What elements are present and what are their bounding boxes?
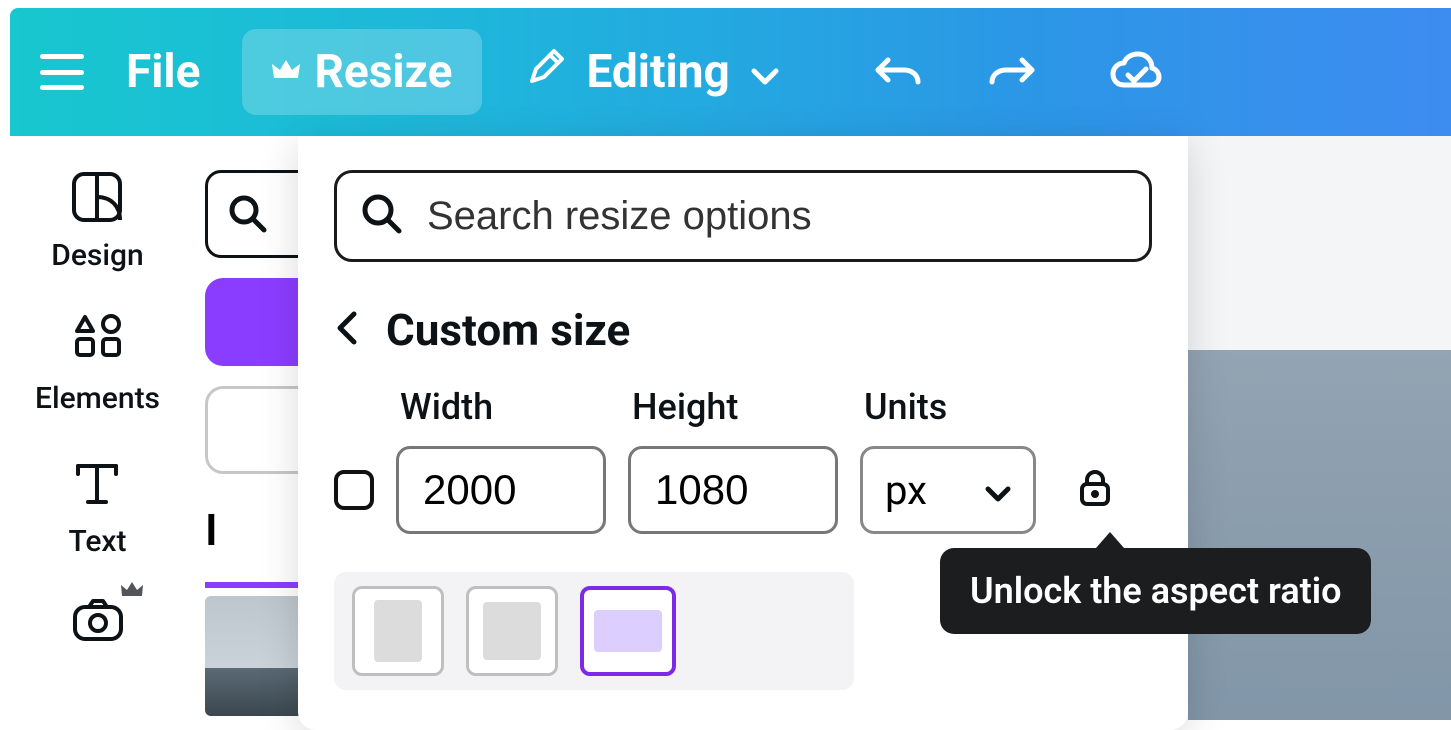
chevron-down-icon: [985, 467, 1011, 514]
tooltip: Unlock the aspect ratio: [940, 548, 1371, 634]
resize-search-field[interactable]: [334, 170, 1152, 262]
height-label: Height: [632, 386, 864, 428]
resize-label: Resize: [314, 45, 452, 99]
sidebar-item-photos[interactable]: [71, 599, 125, 653]
sidebar-item-label: Text: [68, 524, 126, 559]
orientation-presets: [334, 572, 854, 690]
units-value: px: [885, 467, 927, 514]
left-sidebar: Design Elements Text: [10, 170, 185, 653]
file-menu[interactable]: File: [108, 35, 218, 109]
orientation-square[interactable]: [466, 586, 558, 676]
resize-dropdown-panel: Custom size Width Height Units px: [298, 136, 1188, 730]
sidebar-item-elements[interactable]: Elements: [35, 313, 160, 416]
height-input[interactable]: [628, 446, 838, 534]
editing-mode-menu[interactable]: Editing: [526, 45, 779, 99]
back-button[interactable]: [334, 310, 358, 350]
crown-icon: [272, 58, 300, 86]
elements-icon: [71, 313, 125, 367]
width-label: Width: [400, 386, 632, 428]
sidebar-item-design[interactable]: Design: [51, 170, 143, 273]
resize-search-input[interactable]: [427, 194, 1125, 239]
tooltip-text: Unlock the aspect ratio: [970, 570, 1341, 612]
canvas-preview: [1188, 350, 1451, 720]
chevron-down-icon: [750, 45, 780, 99]
design-icon: [70, 170, 124, 224]
undo-button[interactable]: [868, 52, 928, 92]
menu-icon[interactable]: [40, 50, 84, 94]
cloud-sync-icon[interactable]: [1106, 51, 1166, 93]
orientation-portrait[interactable]: [352, 586, 444, 676]
custom-size-title: Custom size: [386, 304, 630, 356]
aspect-lock-button[interactable]: [1078, 468, 1112, 512]
crown-icon: [121, 581, 143, 603]
sidebar-item-label: Elements: [35, 381, 160, 416]
units-select[interactable]: px: [860, 446, 1036, 534]
orientation-landscape[interactable]: [580, 586, 676, 676]
sidebar-item-label: Design: [51, 238, 143, 273]
pencil-icon: [526, 45, 566, 99]
checkbox[interactable]: [334, 470, 374, 510]
width-input[interactable]: [396, 446, 606, 534]
resize-menu[interactable]: Resize: [242, 29, 482, 115]
top-toolbar: File Resize Editing: [10, 8, 1451, 136]
editing-label: Editing: [586, 45, 729, 99]
units-label: Units: [864, 386, 947, 428]
sidebar-item-text[interactable]: Text: [68, 456, 126, 559]
redo-button[interactable]: [982, 52, 1042, 92]
text-icon: [70, 456, 124, 510]
canvas-blank-area: [1188, 136, 1451, 350]
photos-icon: [71, 599, 125, 653]
search-icon: [361, 193, 403, 239]
